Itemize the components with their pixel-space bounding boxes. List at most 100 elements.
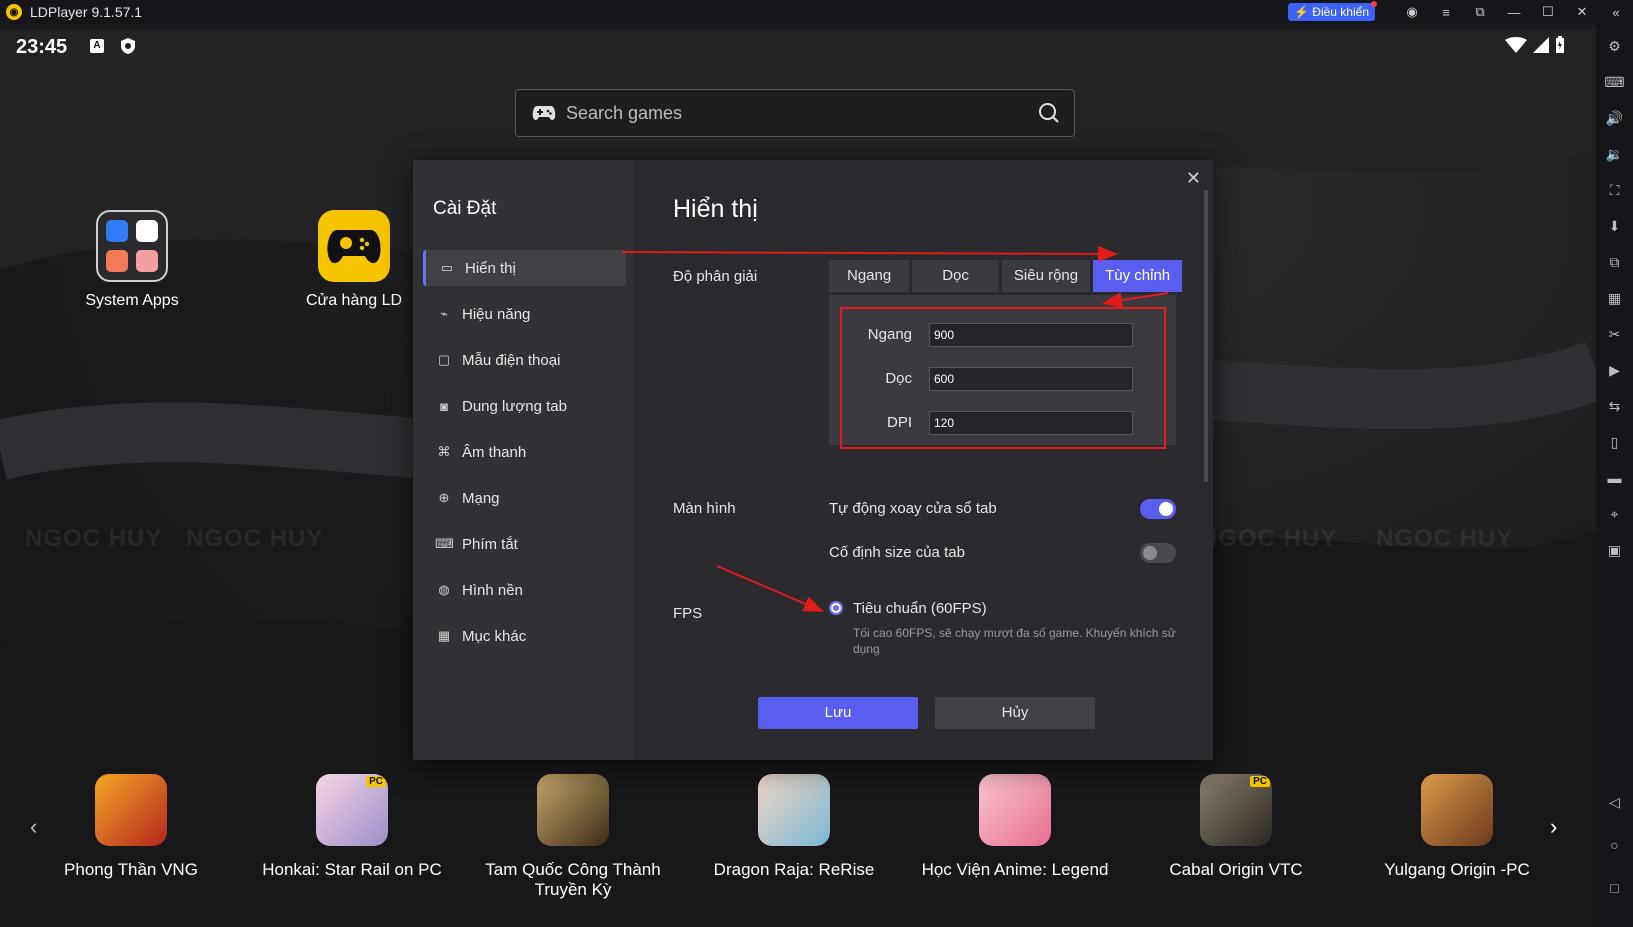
save-button[interactable]: Lưu xyxy=(758,697,918,729)
keyboard-mapping-icon[interactable]: ⌨ xyxy=(1596,74,1633,91)
control-button[interactable]: ⚡ Điều khiển xyxy=(1288,1,1377,21)
settings-sidebar: Cài Đặt ▭ Hiển thị ⌁ Hiệu năng ▢ Mẫu điện t… xyxy=(413,160,633,760)
toggle-knob xyxy=(1159,502,1173,516)
cancel-button[interactable]: Hủy xyxy=(935,697,1095,729)
game-icon xyxy=(1421,774,1493,846)
collapse-sidebar-icon[interactable]: « xyxy=(1599,5,1633,20)
restore-window-icon[interactable]: ⧉ xyxy=(1463,4,1497,20)
game-tile[interactable]: Yulgang Origin -PC xyxy=(1357,774,1557,880)
control-button-label: Điều khiển xyxy=(1312,5,1369,19)
scrollbar[interactable] xyxy=(1204,190,1208,482)
notification-a-icon: A xyxy=(90,39,104,53)
menu-item-network[interactable]: ⊕ Mạng xyxy=(423,480,623,516)
menu-item-phone-model[interactable]: ▢ Mẫu điện thoại xyxy=(423,342,623,378)
window-titlebar: ◉ LDPlayer 9.1.57.1 ⚡ Điều khiển ◉ ≡ ⧉ — … xyxy=(0,0,1633,24)
pc-badge: PC xyxy=(366,776,386,787)
game-tile[interactable]: PC Honkai: Star Rail on PC xyxy=(252,774,452,880)
menu-item-storage[interactable]: ◙ Dung lượng tab xyxy=(423,388,623,424)
toggle-knob xyxy=(1143,546,1157,560)
game-icon xyxy=(758,774,830,846)
menu-label: Hiển thị xyxy=(465,259,516,277)
search-input[interactable]: Search games xyxy=(566,103,682,124)
menu-label: Hiệu năng xyxy=(462,305,531,323)
menu-label: Âm thanh xyxy=(462,443,527,461)
signal-icon xyxy=(1533,37,1549,53)
recents-nav-icon[interactable]: □ xyxy=(1596,880,1633,896)
game-tile[interactable]: Tam Quốc Công Thành Truyền Kỳ xyxy=(473,774,673,900)
game-tile[interactable]: Học Viện Anime: Legend xyxy=(915,774,1115,880)
menu-item-performance[interactable]: ⌁ Hiệu năng xyxy=(423,296,623,332)
tab-landscape[interactable]: Ngang xyxy=(829,260,910,292)
screenshot-scissors-icon[interactable]: ✂ xyxy=(1596,326,1633,343)
fps-description: Tối cao 60FPS, sẽ chạy mượt đa số game. … xyxy=(853,626,1176,656)
home-nav-icon[interactable]: ○ xyxy=(1596,837,1633,853)
search-bar[interactable]: Search games xyxy=(515,89,1075,137)
ld-store-app[interactable]: Cửa hàng LD xyxy=(284,210,424,310)
keyboard-icon: ⌨ xyxy=(435,536,454,551)
tab-ultrawide[interactable]: Siêu rộng xyxy=(1001,260,1091,292)
menu-item-other[interactable]: ▦ Mục khác xyxy=(423,618,623,654)
right-toolbar: ⚙ ⌨ 🔊 🔉 ⛶ ⬇ ⧉ ▦ ✂ ▶ ⇆ ▯ ▬ ⌖ ▣ ◁ ○ □ xyxy=(1596,24,1633,927)
menu-icon[interactable]: ≡ xyxy=(1429,5,1463,20)
fixed-size-toggle[interactable] xyxy=(1140,543,1176,563)
resolution-tabs: Ngang Dọc Siêu rộng Tùy chỉnh xyxy=(829,260,1185,292)
location-icon[interactable]: ⌖ xyxy=(1596,506,1633,523)
game-tile[interactable]: Dragon Raja: ReRise xyxy=(694,774,894,880)
menu-item-shortcuts[interactable]: ⌨ Phím tắt xyxy=(423,526,623,562)
operation-record-icon[interactable]: ▦ xyxy=(1596,290,1633,307)
game-label: Học Viện Anime: Legend xyxy=(921,860,1109,879)
system-apps-folder[interactable]: System Apps xyxy=(62,210,202,310)
search-icon[interactable] xyxy=(1038,102,1060,124)
menu-label: Phím tắt xyxy=(462,535,518,553)
video-record-icon[interactable]: ▶ xyxy=(1596,362,1633,379)
minimize-icon[interactable]: — xyxy=(1497,5,1531,20)
more-tools-icon[interactable]: ▣ xyxy=(1596,542,1633,559)
ld-store-icon xyxy=(318,210,390,282)
menu-label: Dung lượng tab xyxy=(462,397,567,415)
game-label: Cabal Origin VTC xyxy=(1169,860,1303,879)
close-window-icon[interactable]: ✕ xyxy=(1565,4,1599,20)
battery-icon xyxy=(1556,36,1564,53)
multi-instance-icon[interactable]: ⧉ xyxy=(1596,254,1633,271)
maximize-icon[interactable]: ☐ xyxy=(1531,4,1565,20)
back-nav-icon[interactable]: ◁ xyxy=(1596,794,1633,811)
game-tile[interactable]: Phong Thần VNG xyxy=(31,774,231,880)
sync-icon[interactable]: ⇆ xyxy=(1596,398,1633,415)
folder-icon xyxy=(96,210,168,282)
menu-item-display[interactable]: ▭ Hiển thị xyxy=(423,250,626,286)
fps-option-label: Tiêu chuẩn (60FPS) xyxy=(853,600,987,617)
shake-icon[interactable]: ▯ xyxy=(1596,434,1633,451)
settings-gear-icon[interactable]: ⚙ xyxy=(1596,38,1633,55)
window-title: LDPlayer 9.1.57.1 xyxy=(30,4,143,20)
game-label: Honkai: Star Rail on PC xyxy=(262,860,442,879)
menu-item-sound[interactable]: ⌘ Âm thanh xyxy=(423,434,623,470)
volume-up-icon[interactable]: 🔊 xyxy=(1596,110,1633,127)
folder-icon[interactable]: ▬ xyxy=(1596,470,1633,486)
account-icon[interactable]: ◉ xyxy=(1395,4,1429,20)
game-icon xyxy=(537,774,609,846)
fps-radio[interactable] xyxy=(829,601,843,615)
screen-label: Màn hình xyxy=(673,500,736,517)
fullscreen-icon[interactable]: ⛶ xyxy=(1596,182,1633,199)
watermark: NGOC HUY xyxy=(25,525,163,552)
pc-badge: PC xyxy=(1250,776,1270,787)
menu-label: Mục khác xyxy=(462,627,527,645)
page-title: Hiển thị xyxy=(673,195,758,223)
app-label: Cửa hàng LD xyxy=(305,292,403,309)
gamepad-icon: ⌘ xyxy=(437,444,451,459)
close-icon[interactable]: ✕ xyxy=(1186,168,1201,189)
volume-down-icon[interactable]: 🔉 xyxy=(1596,146,1633,163)
game-tile[interactable]: PC Cabal Origin VTC xyxy=(1136,774,1336,880)
game-icon: PC xyxy=(316,774,388,846)
globe-icon: ⊕ xyxy=(438,490,450,505)
tab-custom[interactable]: Tùy chỉnh xyxy=(1093,260,1183,292)
auto-rotate-toggle[interactable] xyxy=(1140,499,1176,519)
watermark: NGOC HUY xyxy=(1376,525,1514,552)
fps-label: FPS xyxy=(673,605,703,622)
shield-icon xyxy=(120,37,136,60)
tab-portrait[interactable]: Dọc xyxy=(912,260,999,292)
auto-rotate-label: Tự động xoay cửa sổ tab xyxy=(829,500,997,517)
apk-install-icon[interactable]: ⬇ xyxy=(1596,218,1633,235)
performance-icon: ⌁ xyxy=(440,306,448,321)
menu-item-wallpaper[interactable]: ◍ Hình nền xyxy=(423,572,623,608)
